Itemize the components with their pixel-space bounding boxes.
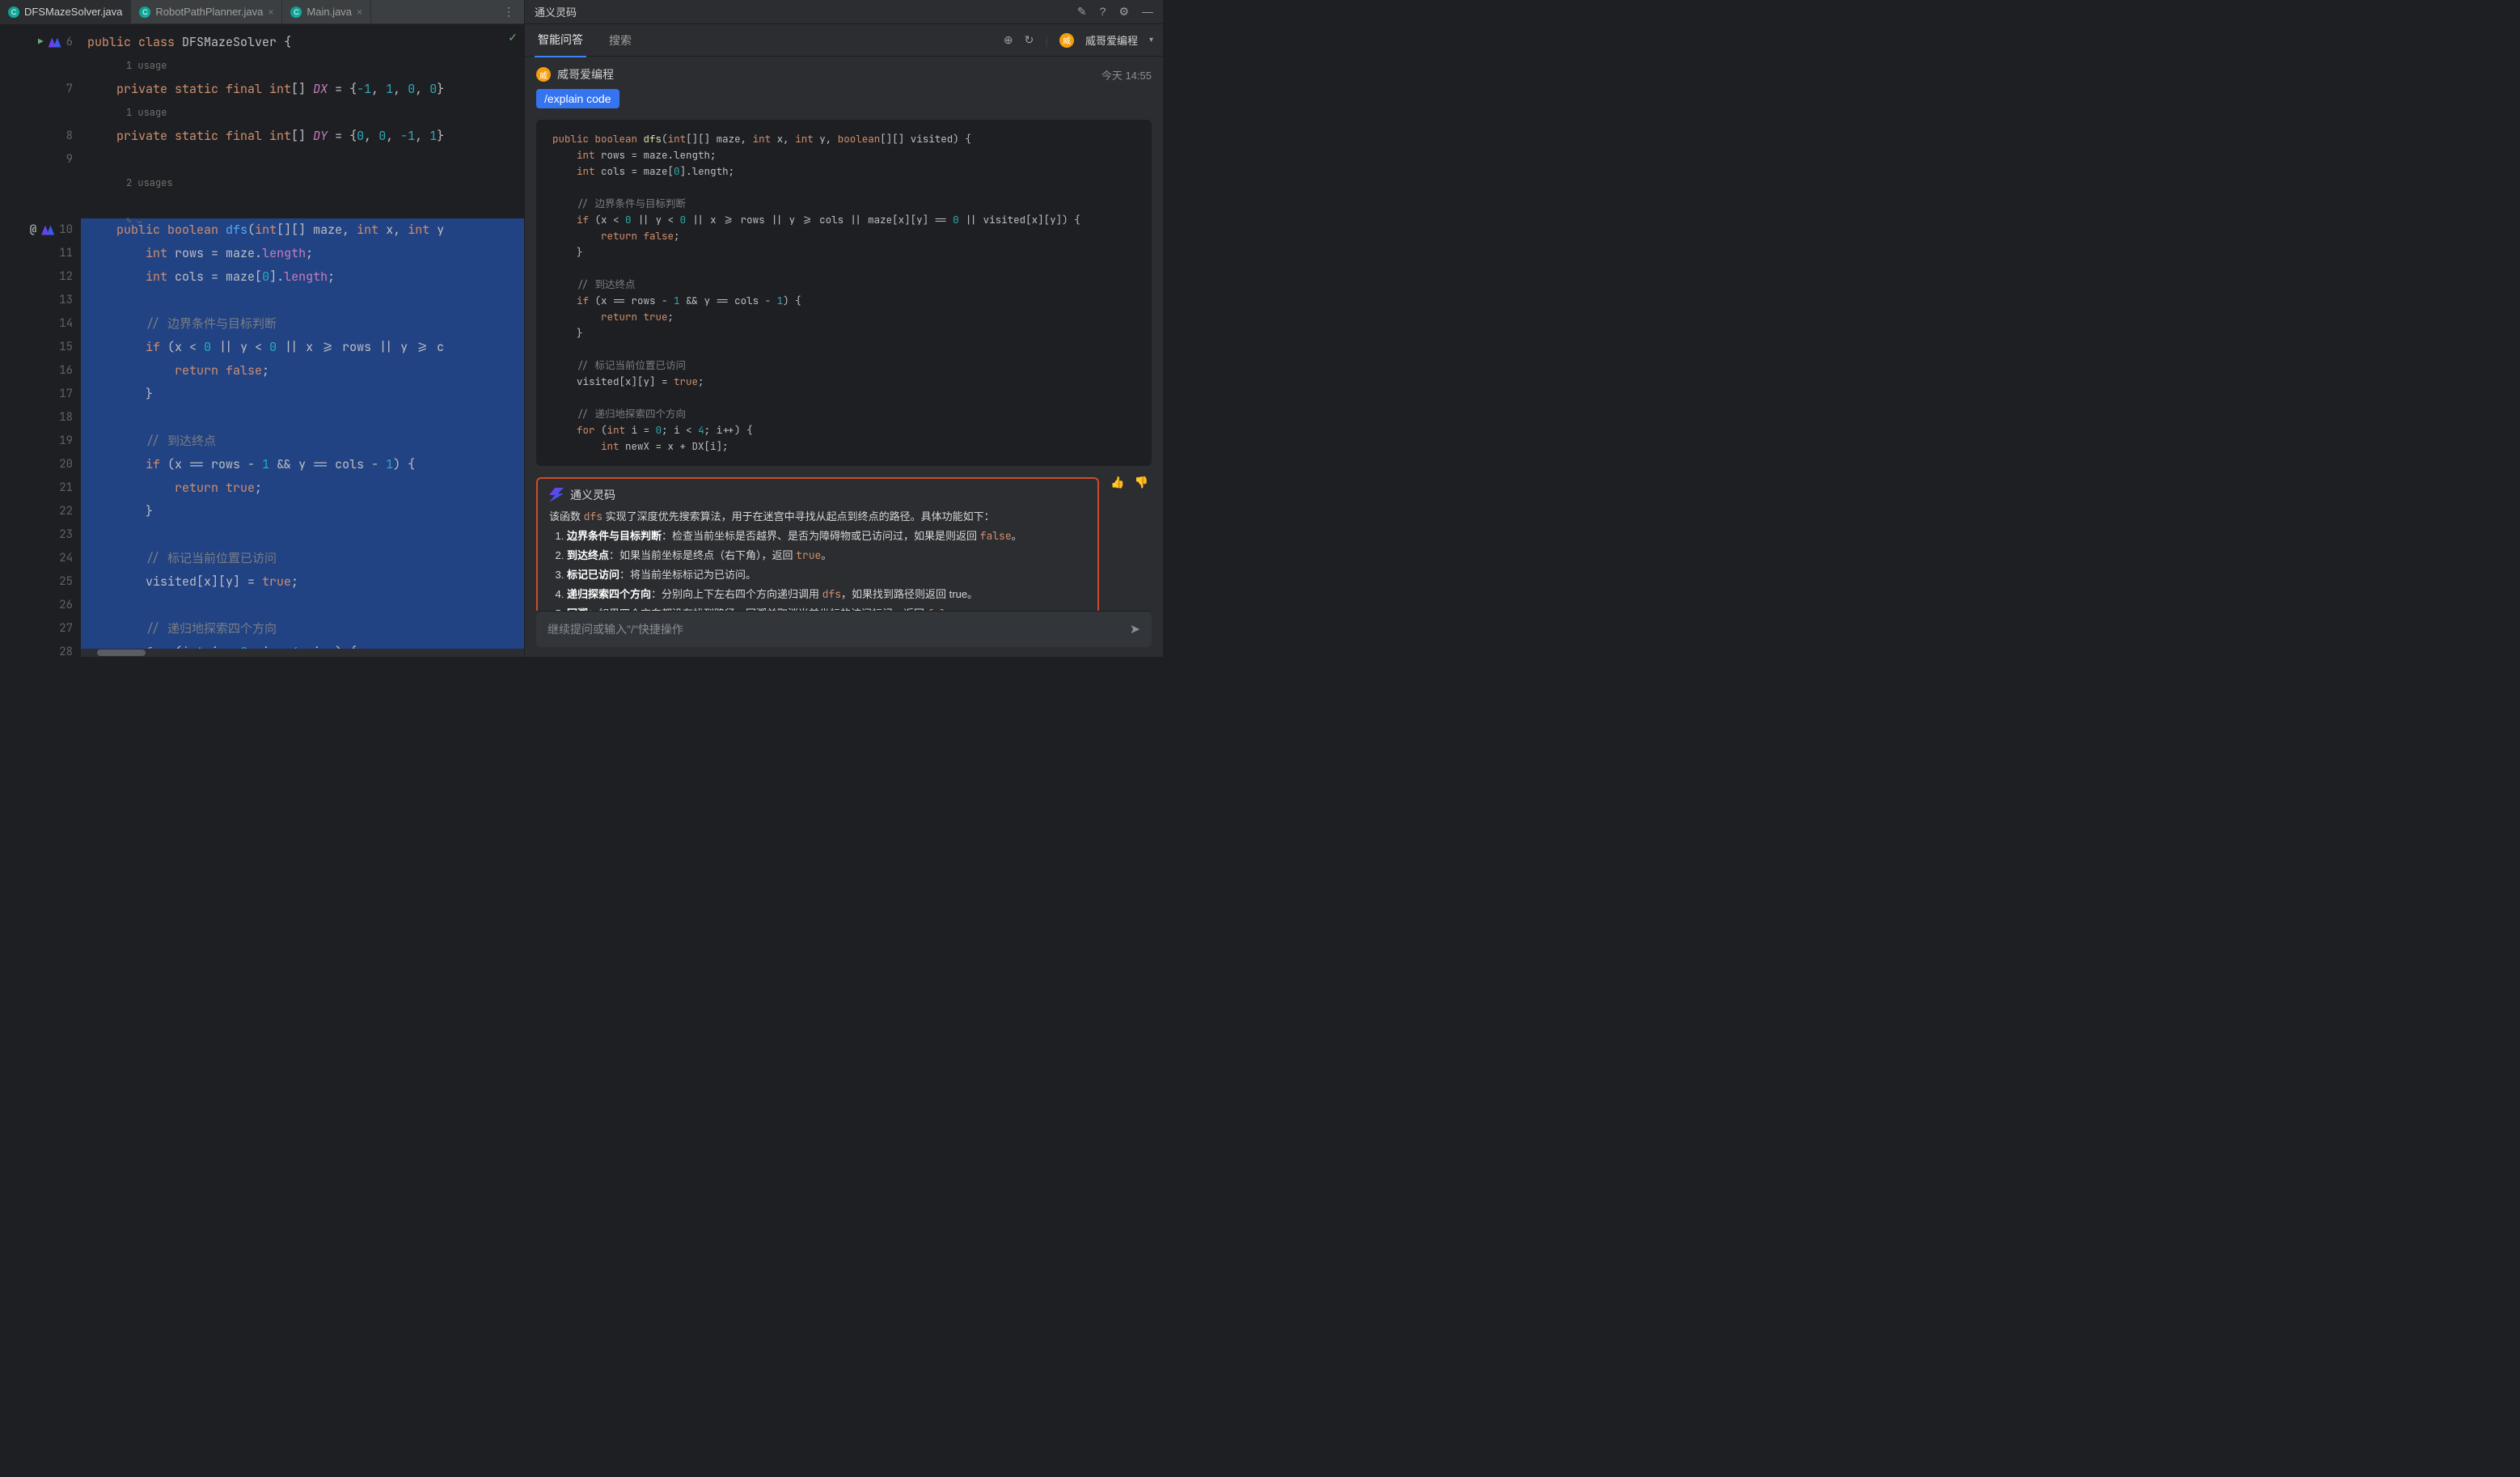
chat-scroll[interactable]: 威 威哥爱编程 今天 14:55 /explain code public bo… <box>525 57 1163 611</box>
tab-robotpathplanner[interactable]: C RobotPathPlanner.java × <box>131 0 282 23</box>
minimize-icon[interactable]: — <box>1142 5 1153 19</box>
tab-search[interactable]: 搜索 <box>606 24 635 57</box>
tab-main[interactable]: C Main.java × <box>282 0 371 23</box>
chat-input-row: 继续提问或输入"/"快捷操作 ➤ <box>536 611 1152 647</box>
chevron-down-icon[interactable]: ▾ <box>1149 36 1153 44</box>
message-header: 威 威哥爱编程 今天 14:55 <box>536 66 1152 83</box>
gutter: ▶6 7 8 9 @10 11 12 13 14 15 16 17 18 19 … <box>0 24 81 657</box>
tab-overflow-menu[interactable]: ⋮ <box>493 0 524 23</box>
feedback-icons: 👍 👎 <box>1110 476 1152 489</box>
new-chat-icon[interactable]: ⊕ <box>1004 33 1013 47</box>
java-class-icon: C <box>290 6 302 18</box>
tab-qa[interactable]: 智能问答 <box>535 23 586 57</box>
help-icon[interactable]: ? <box>1100 5 1106 19</box>
ai-icon[interactable] <box>49 38 61 48</box>
usage-hint[interactable]: 1 usage <box>81 54 524 78</box>
ai-icon[interactable] <box>41 226 54 235</box>
edit-icon[interactable]: ✎ <box>1077 5 1087 19</box>
gear-icon[interactable]: ⚙ <box>1118 5 1129 19</box>
thumbs-up-icon[interactable]: 👍 <box>1110 476 1124 489</box>
editor-tabs: C DFSMazeSolver.java C RobotPathPlanner.… <box>0 0 524 24</box>
java-class-icon: C <box>8 6 19 18</box>
message-author: 威哥爱编程 <box>557 66 614 83</box>
thumbs-down-icon[interactable]: 👎 <box>1135 476 1148 489</box>
chat-input[interactable]: 继续提问或输入"/"快捷操作 <box>548 621 1130 637</box>
explain-box: 通义灵码 该函数 dfs 实现了深度优先搜索算法，用于在迷宫中寻找从起点到终点的… <box>536 477 1099 611</box>
horizontal-scrollbar[interactable] <box>81 649 524 657</box>
command-chip: /explain code <box>536 89 619 108</box>
override-icon[interactable]: @ <box>30 218 36 242</box>
code-block[interactable]: public boolean dfs(int[][] maze, int x, … <box>536 120 1152 466</box>
user-name-label: 威哥爱编程 <box>1085 32 1138 48</box>
explain-text: 该函数 dfs 实现了深度优先搜索算法，用于在迷宫中寻找从起点到终点的路径。具体… <box>549 508 1086 611</box>
product-name: 通义灵码 <box>535 4 577 19</box>
avatar: 威 <box>536 67 551 82</box>
code-body[interactable]: public class DFSMazeSolver { 1 usage pri… <box>81 24 524 657</box>
usage-hint[interactable]: 1 usage <box>81 101 524 125</box>
close-icon[interactable]: × <box>357 6 362 18</box>
history-icon[interactable]: ↻ <box>1025 33 1034 47</box>
chat-pane: 通义灵码 ✎ ? ⚙ — 智能问答 搜索 ⊕ ↻ | 威 威哥爱编程 ▾ 威 威… <box>524 0 1163 657</box>
code-editor[interactable]: ✓ ▶6 7 8 9 @10 11 12 13 14 15 16 17 18 1… <box>0 24 524 657</box>
close-icon[interactable]: × <box>268 6 273 18</box>
message-time: 今天 14:55 <box>1101 67 1152 83</box>
usage-hint[interactable]: 2 usages <box>81 171 524 195</box>
avatar: 威 <box>1059 33 1074 48</box>
java-class-icon: C <box>139 6 150 18</box>
lingma-logo-icon <box>549 488 564 502</box>
editor-pane: C DFSMazeSolver.java C RobotPathPlanner.… <box>0 0 524 657</box>
chat-titlebar: 通义灵码 ✎ ? ⚙ — <box>525 0 1163 24</box>
tab-label: RobotPathPlanner.java <box>155 6 263 18</box>
chat-tabrow: 智能问答 搜索 ⊕ ↻ | 威 威哥爱编程 ▾ <box>525 24 1163 57</box>
tab-label: Main.java <box>307 6 352 18</box>
explain-title: 通义灵码 <box>570 487 615 503</box>
send-icon[interactable]: ➤ <box>1130 621 1140 637</box>
tab-dfsmazesolver[interactable]: C DFSMazeSolver.java <box>0 0 131 23</box>
run-icon[interactable]: ▶ <box>38 31 44 54</box>
tab-label: DFSMazeSolver.java <box>24 6 122 18</box>
